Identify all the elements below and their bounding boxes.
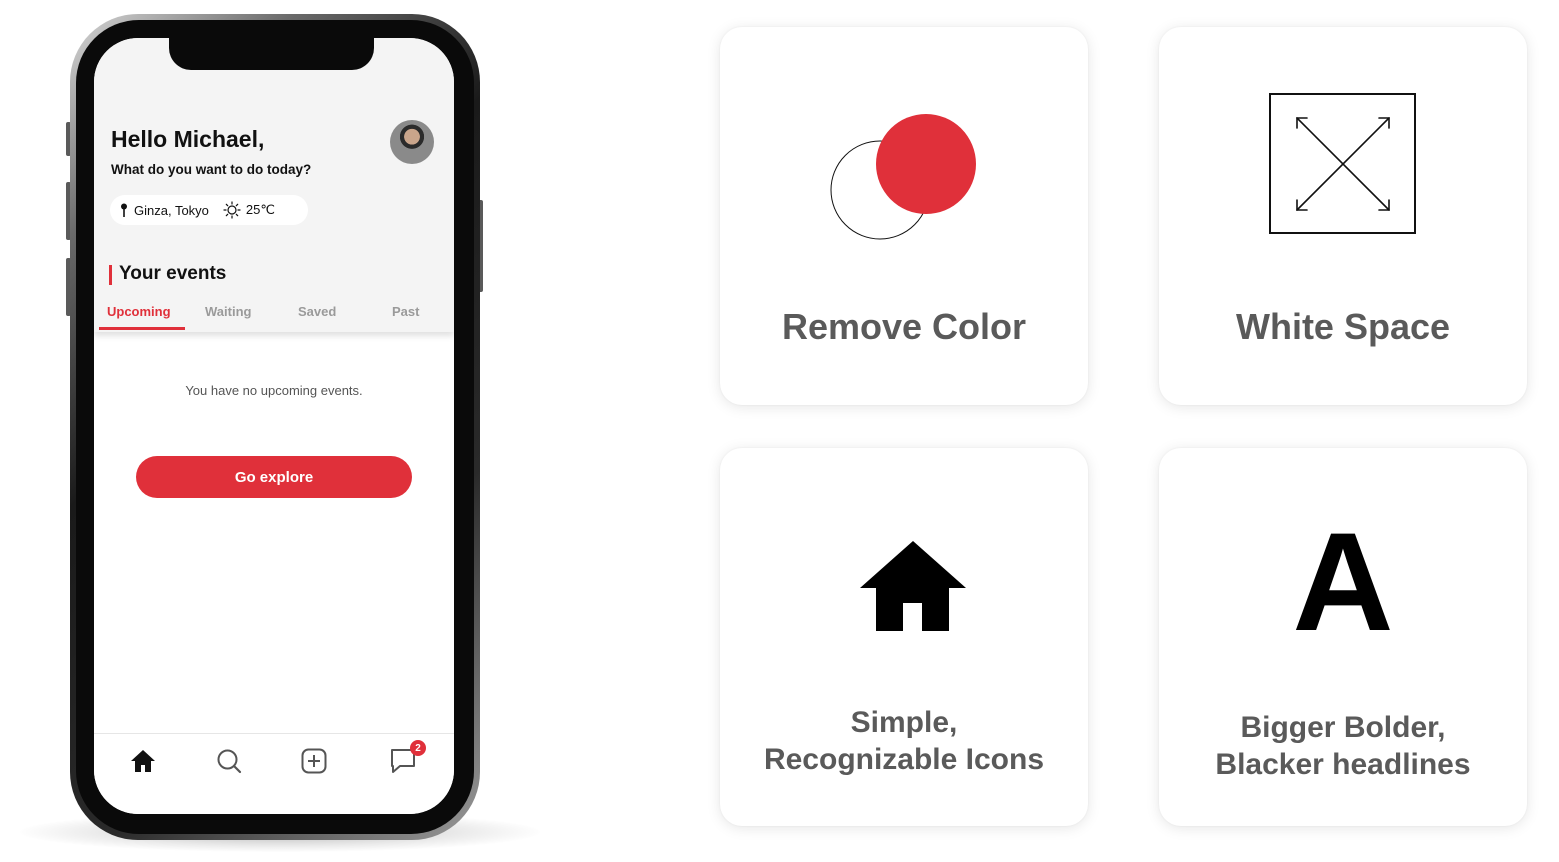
card-icons-title: Simple, Recognizable Icons (720, 704, 1088, 778)
search-icon[interactable] (214, 746, 244, 776)
tab-waiting[interactable]: Waiting (205, 304, 251, 319)
canvas: Hello Michael, What do you want to do to… (0, 0, 1559, 862)
phone-notch (169, 38, 374, 70)
card-white-space: White Space (1159, 27, 1527, 405)
home-icon (860, 541, 966, 631)
tab-past[interactable]: Past (392, 304, 419, 319)
events-section-title: Your events (119, 263, 227, 284)
home-icon[interactable] (128, 746, 158, 776)
card-icons: Simple, Recognizable Icons (720, 448, 1088, 826)
location-text: Ginza, Tokyo (134, 202, 209, 218)
temperature-text: 25℃ (245, 202, 275, 217)
go-explore-button[interactable]: Go explore (136, 456, 412, 498)
color-circles-illustration (830, 114, 976, 240)
avatar[interactable] (390, 120, 434, 164)
greeting-title: Hello Michael, (111, 126, 265, 152)
sun-icon (223, 201, 241, 219)
tab-saved[interactable]: Saved (298, 304, 336, 319)
headline-glyph: A (1292, 503, 1394, 660)
card-headlines: A Bigger Bolder, Blacker headlines (1159, 448, 1527, 826)
bottom-navigation: 2 (94, 733, 454, 814)
tab-upcoming[interactable]: Upcoming (107, 304, 171, 319)
card-headlines-title: Bigger Bolder, Blacker headlines (1159, 709, 1527, 783)
card-icons-title-line1: Simple, (850, 706, 958, 739)
card-headlines-title-line2: Blacker headlines (1215, 748, 1471, 781)
empty-state-message: You have no upcoming events. (185, 383, 363, 398)
chat-notification-badge: 2 (410, 740, 426, 756)
card-remove-color: Remove Color (720, 27, 1088, 405)
active-tab-indicator (99, 327, 185, 330)
card-white-space-title: White Space (1235, 306, 1451, 347)
phone-screen: Hello Michael, What do you want to do to… (94, 38, 454, 814)
location-weather-pill[interactable]: Ginza, Tokyo 25℃ (110, 195, 308, 225)
add-icon[interactable] (299, 746, 329, 776)
greeting-subtitle: What do you want to do today? (111, 162, 312, 177)
card-remove-color-title: Remove Color (781, 306, 1027, 347)
section-accent-bar (109, 265, 112, 285)
expand-arrows-icon (1269, 93, 1416, 234)
card-icons-title-line2: Recognizable Icons (763, 743, 1045, 776)
location-pin-icon (121, 203, 127, 217)
card-headlines-title-line1: Bigger Bolder, (1240, 711, 1446, 744)
header-area: Hello Michael, What do you want to do to… (94, 38, 454, 332)
